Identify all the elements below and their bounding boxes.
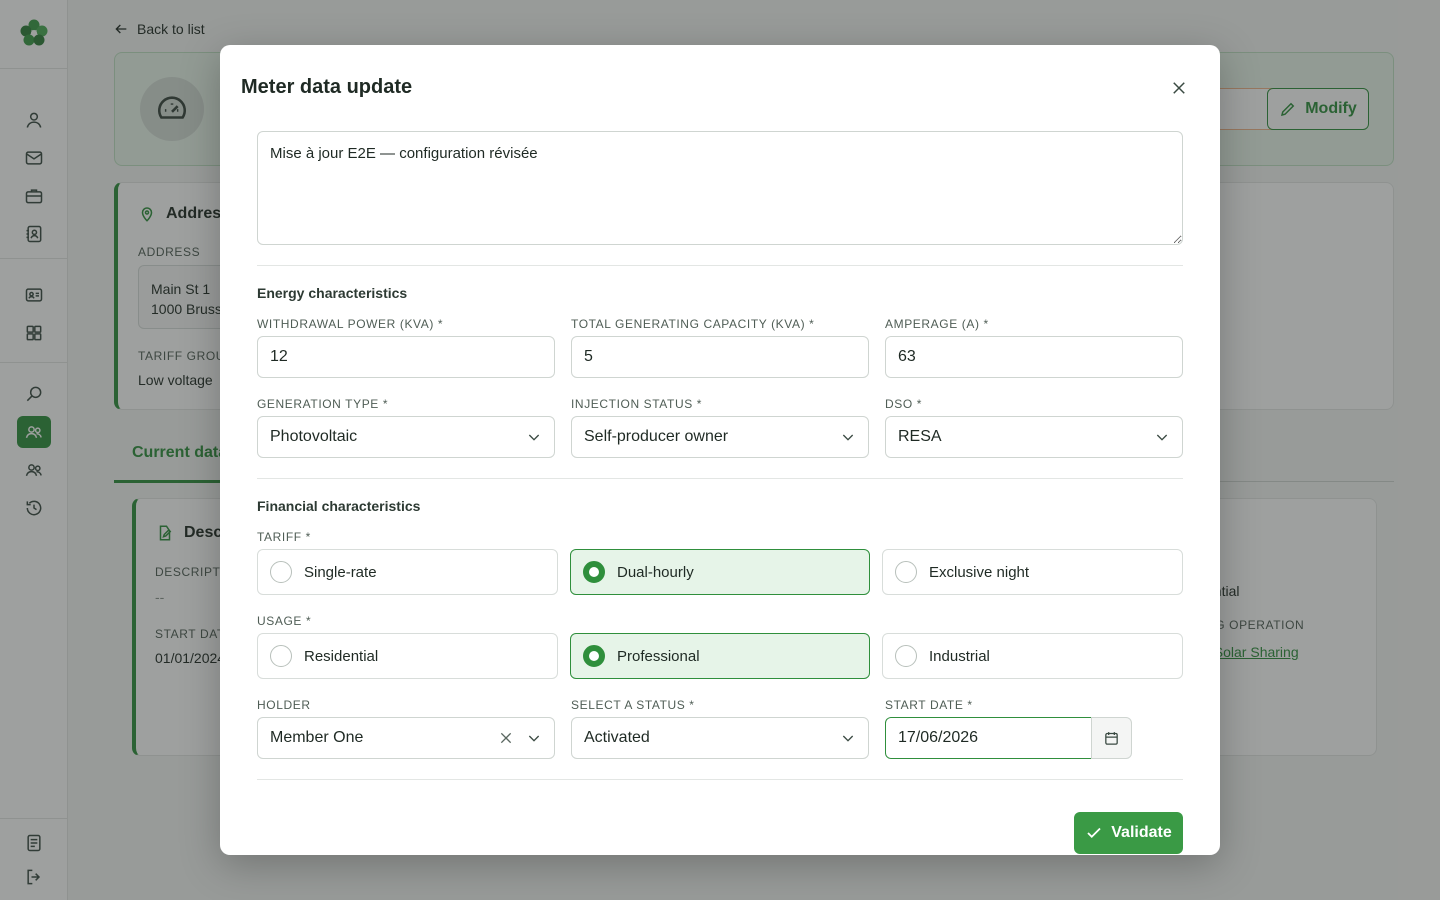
holder-select[interactable]: Member One	[257, 717, 555, 759]
radio-button	[895, 645, 917, 667]
chevron-down-icon	[842, 434, 854, 441]
generation-type-value: Photovoltaic	[270, 428, 358, 445]
usage-option-industrial[interactable]: Industrial	[882, 633, 1183, 679]
injection-status-label: INJECTION STATUS *	[571, 397, 703, 411]
tariff-option-label: Single-rate	[304, 563, 377, 581]
radio-button	[895, 561, 917, 583]
comment-textarea[interactable]: Mise à jour E2E — configuration révisée	[257, 131, 1183, 245]
dso-label: DSO *	[885, 397, 923, 411]
section-divider	[257, 478, 1183, 479]
radio-button-selected	[583, 561, 605, 583]
generating-capacity-label: TOTAL GENERATING CAPACITY (KVA) *	[571, 317, 815, 331]
usage-option-label: Residential	[304, 647, 379, 665]
usage-label: USAGE *	[257, 614, 312, 628]
status-value: Activated	[584, 729, 650, 746]
withdrawal-power-label: WITHDRAWAL POWER (KVA) *	[257, 317, 444, 331]
start-date-input[interactable]: 17/06/2026	[885, 717, 1092, 759]
tariff-option-exclusive-night[interactable]: Exclusive night	[882, 549, 1183, 595]
usage-option-label: Professional	[617, 647, 700, 665]
status-label: SELECT A STATUS *	[571, 698, 695, 712]
section-divider	[257, 265, 1183, 266]
withdrawal-power-value: 12	[270, 348, 288, 365]
generation-type-label: GENERATION TYPE *	[257, 397, 389, 411]
chevron-down-icon	[842, 735, 854, 742]
chevron-down-icon	[528, 434, 540, 441]
tariff-option-label: Exclusive night	[929, 563, 1030, 581]
generation-type-select[interactable]: Photovoltaic	[257, 416, 555, 458]
amperage-input[interactable]: 63	[885, 336, 1183, 378]
financial-section-title: Financial characteristics	[257, 498, 421, 514]
section-divider	[257, 779, 1183, 780]
holder-value: Member One	[270, 729, 364, 746]
injection-status-select[interactable]: Self-producer owner	[571, 416, 869, 458]
validate-button-label: Validate	[1111, 824, 1172, 841]
check-icon	[1087, 827, 1101, 839]
tariff-option-label: Dual-hourly	[617, 563, 694, 581]
generating-capacity-value: 5	[584, 348, 593, 365]
radio-button	[270, 561, 292, 583]
chevron-down-icon	[528, 735, 540, 742]
calendar-icon[interactable]	[1091, 717, 1132, 759]
dso-value: RESA	[898, 428, 942, 445]
usage-option-professional[interactable]: Professional	[570, 633, 870, 679]
status-select[interactable]: Activated	[571, 717, 869, 759]
tariff-option-dual-hourly[interactable]: Dual-hourly	[570, 549, 870, 595]
meter-update-modal: Meter data update Mise à jour E2E — conf…	[220, 45, 1220, 855]
usage-option-residential[interactable]: Residential	[257, 633, 558, 679]
usage-option-label: Industrial	[929, 647, 990, 665]
start-date-field-label: START DATE *	[885, 698, 973, 712]
tariff-label: TARIFF *	[257, 530, 311, 544]
dso-select[interactable]: RESA	[885, 416, 1183, 458]
tariff-option-single-rate[interactable]: Single-rate	[257, 549, 558, 595]
radio-button	[270, 645, 292, 667]
injection-status-value: Self-producer owner	[584, 428, 729, 445]
holder-label: HOLDER	[257, 698, 311, 712]
chevron-down-icon	[1156, 434, 1168, 441]
validate-button[interactable]: Validate	[1074, 812, 1183, 854]
modal-title: Meter data update	[241, 76, 413, 98]
start-date-field-value: 17/06/2026	[898, 729, 979, 746]
amperage-value: 63	[898, 348, 916, 365]
radio-button-selected	[583, 645, 605, 667]
clear-icon[interactable]	[498, 730, 514, 746]
withdrawal-power-input[interactable]: 12	[257, 336, 555, 378]
energy-section-title: Energy characteristics	[257, 285, 408, 301]
amperage-label: AMPERAGE (A) *	[885, 317, 989, 331]
close-icon[interactable]	[1166, 75, 1192, 101]
generating-capacity-input[interactable]: 5	[571, 336, 869, 378]
